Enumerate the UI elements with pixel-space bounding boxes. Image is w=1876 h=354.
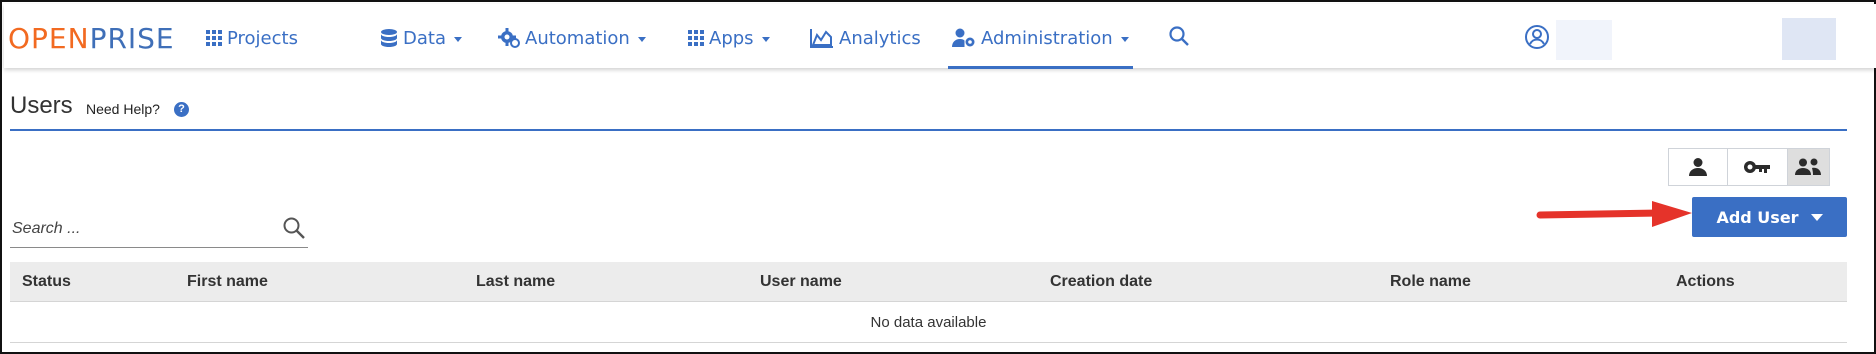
column-header-role-name[interactable]: Role name [1390, 273, 1471, 291]
nav-apps-label: Apps [709, 27, 754, 49]
chevron-down-icon [453, 36, 462, 42]
key-icon [1744, 161, 1771, 173]
nav-administration-label: Administration [981, 27, 1113, 49]
toggle-users[interactable] [1669, 149, 1729, 185]
app-window: OPENPRISE Projects Data Automation Apps … [0, 0, 1876, 354]
column-header-actions: Actions [1676, 273, 1735, 290]
toggle-keys[interactable] [1728, 149, 1788, 185]
add-user-label: Add User [1716, 207, 1799, 227]
search-input[interactable] [12, 216, 272, 242]
column-header-user-name[interactable]: User name [760, 273, 842, 291]
search-box [10, 210, 308, 248]
gear-cycle-icon [498, 28, 520, 48]
user-name-redacted [1556, 20, 1612, 60]
nav-projects[interactable]: Projects [206, 22, 298, 54]
add-user-button[interactable]: Add User [1692, 197, 1847, 237]
top-navbar: OPENPRISE Projects Data Automation Apps … [4, 4, 1876, 69]
nav-analytics[interactable]: Analytics [810, 22, 921, 54]
logo-text-prise: PRISE [89, 22, 175, 55]
nav-projects-label: Projects [227, 27, 298, 49]
nav-data[interactable]: Data [380, 22, 462, 54]
nav-data-label: Data [403, 27, 446, 49]
nav-automation-label: Automation [525, 27, 630, 49]
table-header: Status First name Last name User name Cr… [10, 262, 1847, 302]
area-chart-icon [810, 29, 833, 48]
database-icon [381, 29, 397, 47]
grid-icon [688, 30, 704, 46]
chevron-down-icon [1810, 213, 1823, 221]
help-icon[interactable]: ? [174, 102, 189, 117]
empty-table-message: No data available [10, 303, 1847, 343]
user-circle-icon [1525, 25, 1549, 49]
page-title: Users [10, 92, 73, 119]
chevron-down-icon [637, 36, 646, 42]
global-search-button[interactable] [1168, 25, 1190, 52]
logo-text-open: OPEN [8, 22, 90, 55]
grid-icon [206, 30, 222, 46]
person-icon [1689, 158, 1708, 176]
column-header-first-name[interactable]: First name [187, 273, 268, 291]
user-gear-icon [952, 28, 975, 47]
column-header-creation-date[interactable]: Creation date [1050, 273, 1152, 291]
nav-apps[interactable]: Apps [688, 22, 770, 54]
title-divider [10, 129, 1847, 131]
account-button[interactable] [1524, 24, 1550, 55]
nav-automation[interactable]: Automation [498, 22, 646, 54]
people-icon [1795, 158, 1822, 175]
search-icon[interactable] [282, 216, 306, 240]
column-header-last-name[interactable]: Last name [476, 273, 555, 291]
openprise-logo[interactable]: OPENPRISE [8, 24, 175, 54]
column-header-status[interactable]: Status [22, 273, 71, 291]
nav-administration[interactable]: Administration [948, 22, 1133, 69]
search-icon [1169, 26, 1189, 46]
chevron-down-icon [761, 36, 770, 42]
toggle-groups[interactable] [1787, 149, 1829, 185]
chevron-down-icon [1120, 36, 1129, 42]
view-toggle-group [1668, 148, 1830, 186]
org-badge-redacted[interactable] [1782, 18, 1836, 60]
annotation-arrow [1536, 201, 1692, 227]
need-help-link[interactable]: Need Help? [86, 101, 160, 117]
nav-analytics-label: Analytics [839, 27, 921, 49]
